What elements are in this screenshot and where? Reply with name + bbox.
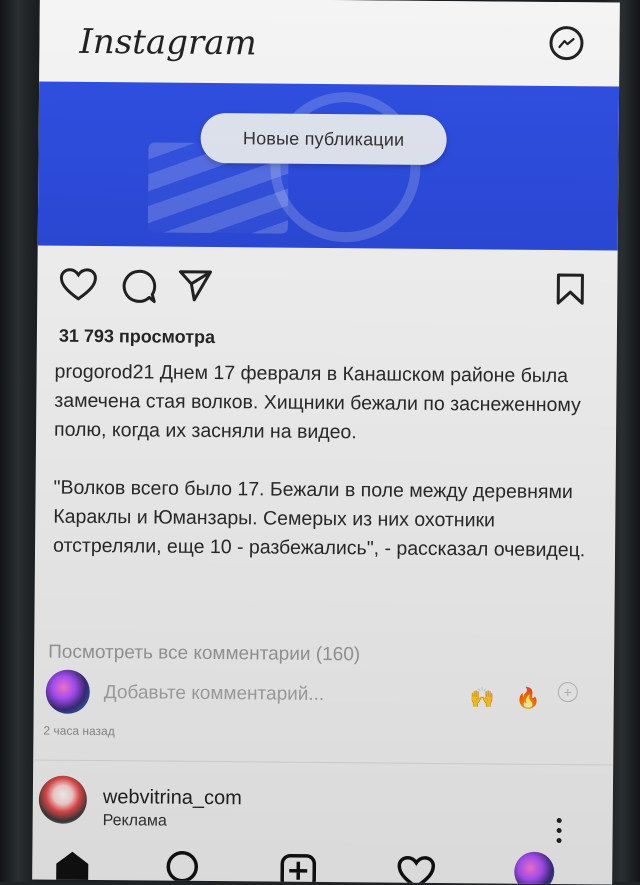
comment-icon[interactable]	[119, 268, 157, 304]
add-comment-row: Добавьте комментарий... 🙌 🔥 +	[34, 669, 614, 724]
search-icon[interactable]	[164, 849, 202, 885]
bottom-nav	[32, 843, 612, 885]
caption-username[interactable]: progorod21	[54, 361, 154, 384]
sponsored-label: Реклама	[102, 812, 167, 830]
bookmark-icon[interactable]	[555, 272, 585, 306]
send-icon[interactable]	[177, 269, 213, 303]
add-post-icon[interactable]	[278, 850, 318, 885]
quick-emoji-raised-hands[interactable]: 🙌	[470, 685, 495, 710]
next-post-header: webvitrina_com Реклама	[33, 773, 614, 844]
post-actions	[37, 259, 617, 318]
video-banner[interactable]: Новые публикации	[37, 81, 620, 251]
next-post-username[interactable]: webvitrina_com	[103, 786, 242, 810]
home-icon[interactable]	[52, 848, 92, 884]
post-caption: progorod21 Днем 17 февраля в Канашском р…	[53, 358, 607, 566]
view-all-comments-link[interactable]: Посмотреть все комментарии (160)	[48, 642, 360, 667]
messenger-icon[interactable]	[549, 25, 584, 61]
top-bar: Instagram	[39, 0, 620, 87]
profile-avatar-icon[interactable]	[514, 851, 555, 885]
next-post-avatar[interactable]	[38, 775, 88, 824]
quick-emoji-fire[interactable]: 🔥	[516, 686, 541, 711]
heart-icon[interactable]	[59, 268, 97, 302]
views-count[interactable]: 31 793 просмотра	[59, 326, 215, 348]
post-timestamp: 2 часа назад	[43, 723, 115, 739]
new-posts-button[interactable]: Новые публикации	[200, 112, 447, 166]
add-comment-input[interactable]: Добавьте комментарий...	[104, 682, 325, 706]
more-vertical-icon[interactable]	[556, 818, 562, 848]
activity-heart-icon[interactable]	[396, 851, 436, 885]
divider	[33, 759, 614, 766]
screen: Instagram Новые публикации 31 793 просмо…	[32, 0, 620, 885]
avatar	[45, 669, 90, 714]
caption-quote: "Волков всего было 17. Бежали в поле меж…	[52, 476, 586, 562]
add-emoji-icon[interactable]: +	[557, 682, 578, 703]
app-logo[interactable]: Instagram	[79, 22, 257, 64]
